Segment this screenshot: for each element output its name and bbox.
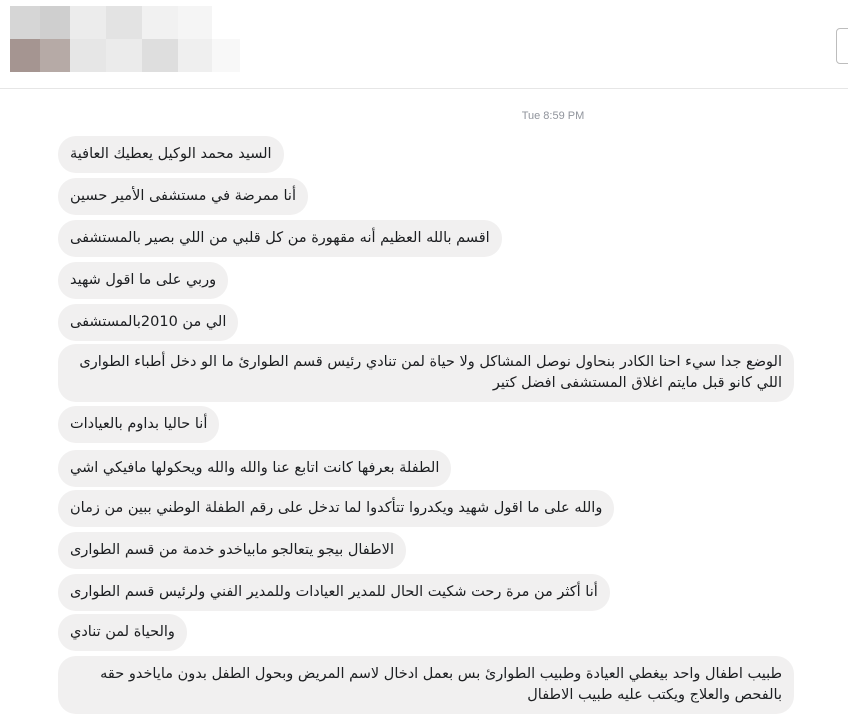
contact-name[interactable] bbox=[70, 6, 240, 72]
message-bubble[interactable]: اقسم بالله العظيم أنه مقهورة من كل قلبي … bbox=[58, 220, 502, 257]
message-bubble[interactable]: الطفلة بعرفها كانت اتابع عنا والله والله… bbox=[58, 450, 452, 487]
message-bubble[interactable]: الاطفال بيجو يتعالجو مابياخدو خدمة من قس… bbox=[58, 532, 406, 569]
message-timestamp: Tue 8:59 PM bbox=[521, 110, 585, 122]
message-bubble[interactable]: الوضع جدا سيء احنا الكادر بنحاول نوصل ال… bbox=[58, 344, 794, 402]
message-bubble[interactable]: أنا ممرضة في مستشفى الأمير حسين bbox=[58, 178, 308, 215]
message-bubble[interactable]: أنا أكثر من مرة رحت شكيت الحال للمدير ال… bbox=[58, 574, 610, 611]
message-bubble[interactable]: السيد محمد الوكيل يعطيك العافية bbox=[58, 136, 284, 173]
conversation-header bbox=[0, 0, 848, 89]
message-bubble[interactable]: الي من 2010بالمستشفى bbox=[58, 304, 239, 341]
message-bubble[interactable]: والله على ما اقول شهيد ويكدروا تتأكدوا ل… bbox=[58, 490, 615, 527]
message-bubble[interactable]: والحياة لمن تنادي bbox=[58, 614, 187, 651]
contact-avatar[interactable] bbox=[10, 6, 70, 72]
header-action-button[interactable] bbox=[836, 28, 848, 64]
message-bubble[interactable]: وربي على ما اقول شهيد bbox=[58, 262, 229, 299]
message-bubble[interactable]: طبيب اطفال واحد بيغطي العيادة وطبيب الطو… bbox=[58, 656, 794, 714]
message-bubble[interactable]: أنا حاليا بداوم بالعيادات bbox=[58, 406, 220, 443]
